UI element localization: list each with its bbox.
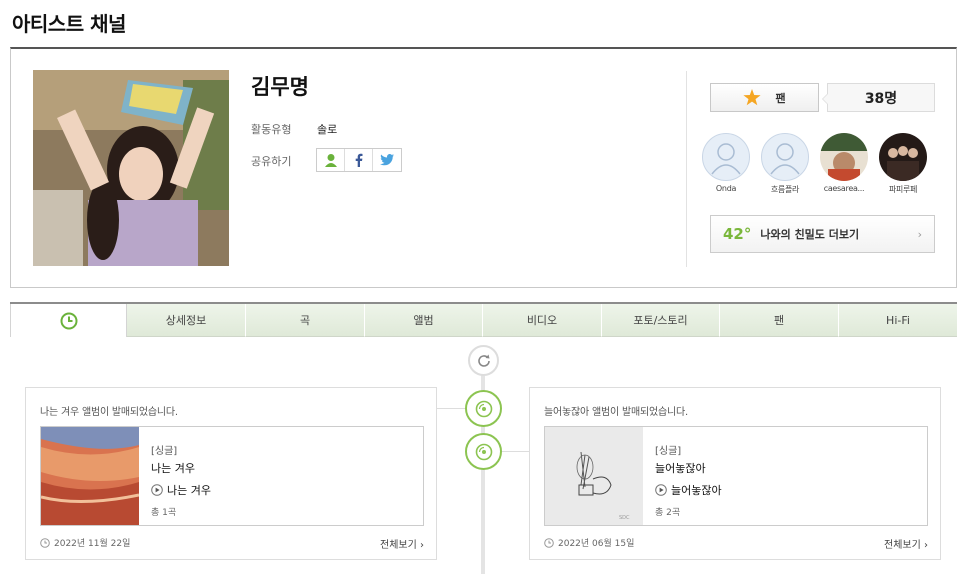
connector-line — [437, 408, 467, 409]
clock-icon — [60, 312, 77, 329]
fan-count: 38명 — [822, 83, 935, 112]
activity-type-label: 활동유형 — [251, 123, 292, 136]
clock-icon — [40, 537, 50, 548]
tab-songs[interactable]: 곡 — [246, 304, 365, 337]
share-label: 공유하기 — [251, 155, 292, 168]
activity-type-value: 솔로 — [317, 123, 338, 136]
share-twitter-button[interactable] — [373, 149, 401, 171]
view-all-link[interactable]: 전체보기 › — [380, 536, 424, 551]
view-all-link[interactable]: 전체보기 › — [884, 536, 928, 551]
card-headline: 늘어놓잖아 앨범이 발매되었습니다. — [544, 407, 688, 418]
tab-photo-story[interactable]: 포토/스토리 — [602, 304, 720, 337]
default-avatar-icon — [702, 133, 750, 181]
timeline-card: 나는 겨우 앨범이 발매되었습니다. [싱글] 나는 겨우 나는 겨우 총 1곡… — [25, 387, 437, 560]
track-title: 늘어놓잖아 — [671, 484, 722, 497]
channel-tabs: 상세정보 곡 앨범 비디오 포토/스토리 팬 Hi-Fi — [10, 302, 957, 337]
track-count: 총 1곡 — [151, 508, 177, 518]
refresh-icon — [477, 354, 490, 367]
clock-icon — [544, 537, 554, 548]
default-avatar-icon — [761, 133, 809, 181]
twitter-icon — [380, 154, 394, 166]
timeline-album-node — [465, 390, 502, 427]
artist-name: 김무명 — [251, 75, 309, 99]
fan-name: caesarea... — [823, 184, 865, 193]
fan-button[interactable]: 팬 — [710, 83, 819, 112]
fan-name: 흐름플라 — [770, 185, 800, 194]
artist-photo — [33, 70, 229, 266]
album-type: [싱글] — [655, 446, 682, 457]
star-icon — [743, 89, 762, 106]
album-item[interactable]: SDC [싱글] 늘어놓잖아 늘어놓잖아 총 2곡 — [544, 426, 928, 526]
fan-name: 파피루페 — [888, 185, 918, 194]
share-row: 공유하기 — [251, 148, 402, 172]
svg-text:SDC: SDC — [619, 515, 630, 521]
album-title: 늘어놓잖아 — [655, 462, 706, 475]
play-icon — [151, 484, 163, 496]
chevron-right-icon: › — [917, 228, 922, 241]
fan-avatar-item[interactable]: 흐름플라 — [760, 133, 810, 195]
play-icon — [655, 484, 667, 496]
disc-icon — [475, 443, 492, 460]
intimacy-label: 나와의 친밀도 더보기 — [760, 228, 860, 241]
track-play-link[interactable]: 늘어놓잖아 — [655, 482, 722, 498]
activity-type-row: 활동유형 솔로 — [251, 121, 337, 137]
release-date: 2022년 06월 15일 — [544, 536, 634, 549]
timeline-card: 늘어놓잖아 앨범이 발매되었습니다. SDC [싱글] 늘어놓잖아 늘어놓잖아 … — [529, 387, 941, 560]
connector-line — [500, 451, 530, 452]
fan-avatar-item[interactable]: caesarea... — [819, 133, 869, 193]
refresh-button[interactable] — [468, 345, 499, 376]
fan-button-label: 팬 — [775, 91, 786, 105]
share-kakao-button[interactable] — [317, 149, 345, 171]
artist-profile-panel: 김무명 활동유형 솔로 공유하기 팬 38명 Onda 흐름플라 caesare… — [10, 47, 957, 288]
fan-photo — [820, 133, 868, 181]
card-headline: 나는 겨우 앨범이 발매되었습니다. — [40, 407, 178, 418]
track-title: 나는 겨우 — [167, 484, 211, 497]
tab-fans[interactable]: 팬 — [720, 304, 839, 337]
timeline-album-node — [465, 433, 502, 470]
tab-hifi[interactable]: Hi-Fi — [839, 304, 957, 337]
tab-albums[interactable]: 앨범 — [365, 304, 483, 337]
fan-avatar-item[interactable]: 파피루페 — [878, 133, 928, 195]
share-buttons — [316, 148, 402, 172]
facebook-icon — [355, 153, 362, 167]
album-cover — [41, 427, 139, 525]
intimacy-degree: 42° — [723, 225, 752, 243]
fan-name: Onda — [715, 184, 737, 193]
album-cover: SDC — [545, 427, 643, 525]
tab-details[interactable]: 상세정보 — [127, 304, 246, 337]
fan-photo — [879, 133, 927, 181]
tab-videos[interactable]: 비디오 — [483, 304, 602, 337]
page-title: 아티스트 채널 — [12, 12, 126, 36]
track-count: 총 2곡 — [655, 508, 681, 518]
intimacy-more-button[interactable]: 42° 나와의 친밀도 더보기 › — [710, 215, 935, 253]
divider — [686, 71, 687, 267]
fan-avatar-item[interactable]: Onda — [701, 133, 751, 193]
share-facebook-button[interactable] — [345, 149, 373, 171]
track-play-link[interactable]: 나는 겨우 — [151, 482, 211, 498]
person-share-icon — [324, 154, 337, 167]
tab-timeline[interactable] — [10, 304, 127, 337]
album-type: [싱글] — [151, 446, 178, 457]
disc-icon — [475, 400, 492, 417]
album-title: 나는 겨우 — [151, 462, 195, 475]
album-item[interactable]: [싱글] 나는 겨우 나는 겨우 총 1곡 — [40, 426, 424, 526]
release-date: 2022년 11월 22일 — [40, 536, 130, 549]
